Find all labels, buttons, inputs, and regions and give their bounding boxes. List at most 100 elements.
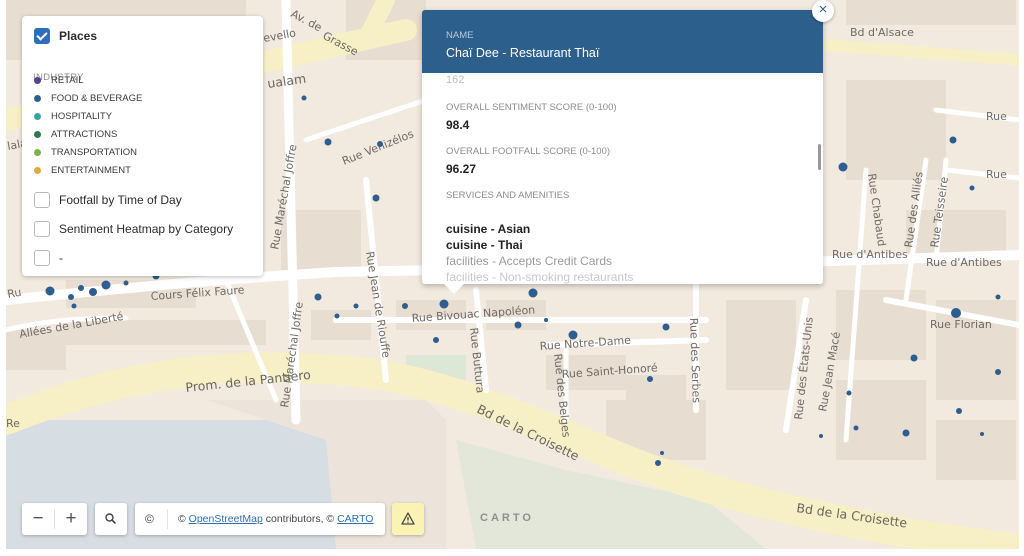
food-beverage-swatch (34, 95, 41, 102)
dash-layer-label: - (59, 251, 63, 265)
sentiment-layer-label: Sentiment Heatmap by Category (59, 222, 234, 236)
place-marker[interactable] (528, 288, 538, 298)
popup-scrollbar[interactable] (818, 144, 821, 170)
footfall-layer-label: Footfall by Time of Day (59, 193, 182, 207)
place-marker[interactable] (655, 460, 661, 466)
place-marker[interactable] (969, 185, 975, 191)
carto-link[interactable]: CARTO (337, 513, 373, 525)
legend-label: TRANSPORTATION (51, 147, 138, 158)
place-marker[interactable] (101, 280, 111, 290)
place-marker[interactable] (372, 194, 380, 202)
sentiment-value: 98.4 (446, 118, 470, 132)
attribution-text: © OpenStreetMap contributors, © CARTO (178, 513, 373, 525)
copyright-icon[interactable]: © (145, 512, 154, 526)
hospitality-swatch (34, 113, 41, 120)
place-marker[interactable] (980, 432, 984, 436)
place-marker[interactable] (838, 162, 848, 172)
legend-item-retail: RETAIL (34, 75, 84, 86)
place-marker[interactable] (647, 376, 653, 382)
place-marker[interactable] (995, 294, 1001, 300)
place-marker[interactable] (995, 369, 1001, 375)
street-label-frag-evello: evello (262, 26, 297, 45)
place-marker[interactable] (662, 323, 670, 331)
place-marker[interactable] (902, 429, 910, 437)
place-marker[interactable] (568, 330, 578, 340)
place-marker[interactable] (71, 303, 77, 309)
place-marker[interactable] (89, 288, 97, 296)
place-marker[interactable] (910, 354, 918, 362)
street-label-frag-ualam: ualam (266, 71, 307, 91)
street-label-bd-alsace: Bd d'Alsace (850, 26, 914, 39)
place-marker[interactable] (353, 303, 359, 309)
legend-item-hospitality: HOSPITALITY (34, 111, 112, 122)
street-label-rue-venizelos: Rue Venizélos (340, 127, 416, 168)
place-marker-selected[interactable] (439, 299, 449, 309)
legend-label: ENTERTAINMENT (51, 165, 131, 176)
place-marker[interactable] (301, 95, 307, 101)
popup-pointer (443, 283, 465, 294)
services-label: SERVICES AND AMENITIES (446, 190, 570, 201)
place-marker[interactable] (853, 425, 859, 431)
place-marker[interactable] (334, 313, 340, 319)
street-label-rue-top-right-2: Rue (986, 168, 1007, 181)
street-label-frag-re: Re (6, 417, 20, 430)
legend-item-food-beverage: FOOD & BEVERAGE (34, 93, 142, 104)
warning-button[interactable] (392, 503, 424, 535)
map-app: Av. de Grasse evello rue ualam lala Bd d… (0, 0, 1024, 556)
legend-item-attractions: ATTRACTIONS (34, 129, 117, 140)
place-marker[interactable] (846, 390, 852, 396)
footfall-label: OVERALL FOOTFALL SCORE (0-100) (446, 146, 611, 157)
places-checkbox[interactable] (34, 28, 50, 44)
place-marker[interactable] (951, 308, 961, 318)
street-label-rue-dantibes-1: Rue d'Antibes (832, 248, 908, 261)
legend-item-transportation: TRANSPORTATION (34, 147, 137, 158)
amenity-item: cuisine - Asian (446, 222, 531, 236)
close-icon[interactable]: × (812, 0, 834, 22)
amenity-item: facilities - Accepts Credit Cards (446, 254, 613, 268)
dash-layer-checkbox[interactable] (34, 250, 50, 266)
amenity-item: facilities - Non-smoking restaurants (446, 270, 634, 284)
search-button[interactable] (95, 503, 127, 535)
legend-label: FOOD & BEVERAGE (51, 93, 143, 104)
place-marker[interactable] (78, 285, 84, 291)
zoom-control: − + (22, 503, 87, 535)
place-marker[interactable] (123, 280, 129, 286)
place-marker[interactable] (819, 434, 823, 438)
place-marker[interactable] (324, 138, 332, 146)
place-marker[interactable] (544, 318, 548, 322)
place-marker[interactable] (402, 303, 408, 309)
street-label-frag-ru: Ru (6, 286, 22, 301)
zoom-in-button[interactable]: + (55, 503, 87, 535)
osm-link[interactable]: OpenStreetMap (189, 513, 263, 525)
street-label-rue-florian: Rue Florian (930, 318, 992, 331)
place-marker[interactable] (377, 141, 383, 147)
legend-item-entertainment: ENTERTAINMENT (34, 165, 131, 176)
street-label-rue-des-serbes: Rue des Serbes (687, 318, 703, 404)
place-marker[interactable] (314, 293, 322, 301)
place-marker[interactable] (45, 286, 55, 296)
place-marker[interactable] (433, 337, 439, 343)
footfall-layer-checkbox[interactable] (34, 192, 50, 208)
place-marker[interactable] (956, 408, 962, 414)
place-popup: NAME Chaï Dee - Restaurant Thaï 162 OVER… (422, 10, 823, 284)
zoom-out-button[interactable]: − (22, 503, 54, 535)
place-marker[interactable] (514, 321, 522, 329)
entertainment-swatch (34, 167, 41, 174)
places-label: Places (59, 29, 98, 43)
search-icon (105, 513, 116, 524)
legend-label: HOSPITALITY (51, 111, 113, 122)
layer-legend-panel: Places INDUSTRY RETAIL FOOD & BEVERAGE H… (22, 16, 263, 276)
sentiment-label: OVERALL SENTIMENT SCORE (0-100) (446, 102, 617, 113)
legend-label: RETAIL (51, 75, 84, 86)
legend-label: ATTRACTIONS (51, 129, 118, 140)
sentiment-layer-checkbox[interactable] (34, 221, 50, 237)
place-marker[interactable] (660, 451, 664, 455)
name-value: Chaï Dee - Restaurant Thaï (446, 46, 600, 60)
place-marker[interactable] (68, 294, 74, 300)
warning-icon (401, 512, 415, 525)
footfall-value: 96.27 (446, 162, 477, 176)
attribution-divider (167, 509, 168, 529)
street-label-rue-dantibes-2: Rue d'Antibes (926, 256, 1002, 269)
attractions-swatch (34, 131, 41, 138)
place-marker[interactable] (949, 136, 957, 144)
